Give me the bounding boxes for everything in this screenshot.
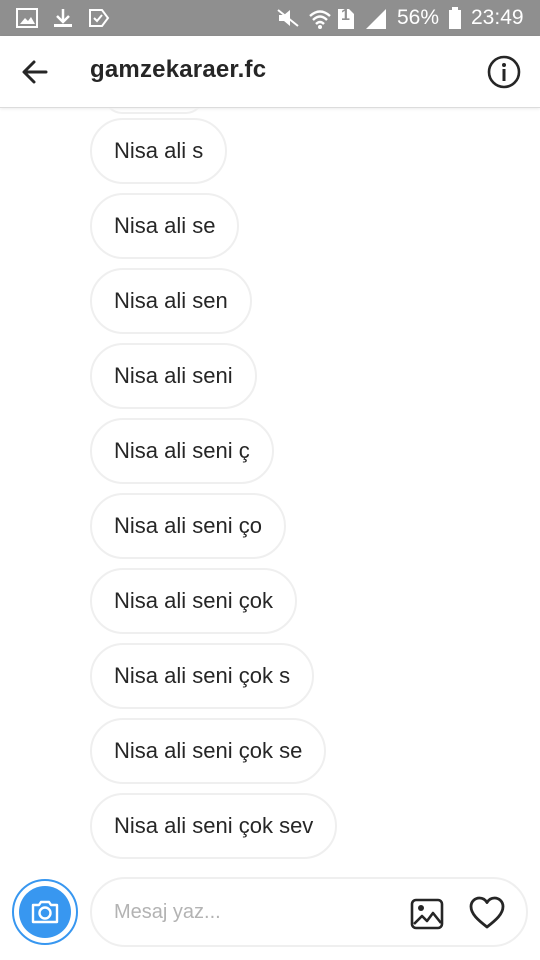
message-list[interactable]: Nisa ali s Nisa ali se Nisa ali sen Nisa… — [0, 108, 540, 864]
wifi-icon — [309, 10, 331, 29]
conversation-header: gamzekaraer.fc — [0, 36, 540, 108]
message-bubble[interactable]: Nisa ali seni ço — [90, 493, 286, 559]
info-icon — [487, 55, 521, 89]
message-bubble[interactable]: Nisa ali seni — [90, 343, 257, 409]
image-icon — [410, 898, 444, 930]
camera-button[interactable] — [12, 879, 78, 945]
message-bubble[interactable]: Nisa ali seni çok sev — [90, 793, 338, 859]
status-bar: 1 56% 23:49 — [0, 0, 540, 36]
message-input[interactable]: Mesaj yaz... — [114, 901, 221, 924]
camera-icon — [31, 900, 59, 924]
message-bubble[interactable]: Nisa ali seni çok s — [90, 643, 315, 709]
signal-icon — [366, 9, 386, 29]
arrow-left-icon — [22, 60, 48, 84]
gallery-notification-icon — [16, 8, 38, 28]
clock: 23:49 — [471, 6, 524, 29]
battery-percent: 56% — [397, 6, 440, 29]
battery-icon — [449, 7, 461, 29]
mute-icon — [277, 9, 299, 27]
message-bubble[interactable]: Nisa ali se — [90, 193, 240, 259]
message-bubble[interactable]: Nisa ali seni çok — [90, 568, 297, 634]
download-icon — [54, 9, 72, 27]
message-bubble[interactable]: Nisa ali sen — [90, 268, 252, 334]
gallery-button[interactable] — [410, 897, 444, 931]
camera-button-fill — [19, 886, 71, 938]
sim-slot-label: 1 — [341, 7, 350, 24]
check-notification-icon — [89, 9, 110, 27]
message-bubble-partial — [104, 108, 204, 114]
conversation-title[interactable]: gamzekaraer.fc — [90, 56, 266, 84]
message-bubble[interactable]: Nisa ali s — [90, 118, 228, 184]
message-bubble[interactable]: Nisa ali seni çok se — [90, 718, 327, 784]
info-button[interactable] — [486, 54, 522, 90]
like-button[interactable] — [468, 895, 506, 931]
message-bubble[interactable]: Nisa ali seni ç — [90, 418, 274, 484]
message-composer: Mesaj yaz... — [90, 877, 528, 947]
heart-icon — [469, 896, 505, 929]
back-button[interactable] — [18, 54, 54, 90]
